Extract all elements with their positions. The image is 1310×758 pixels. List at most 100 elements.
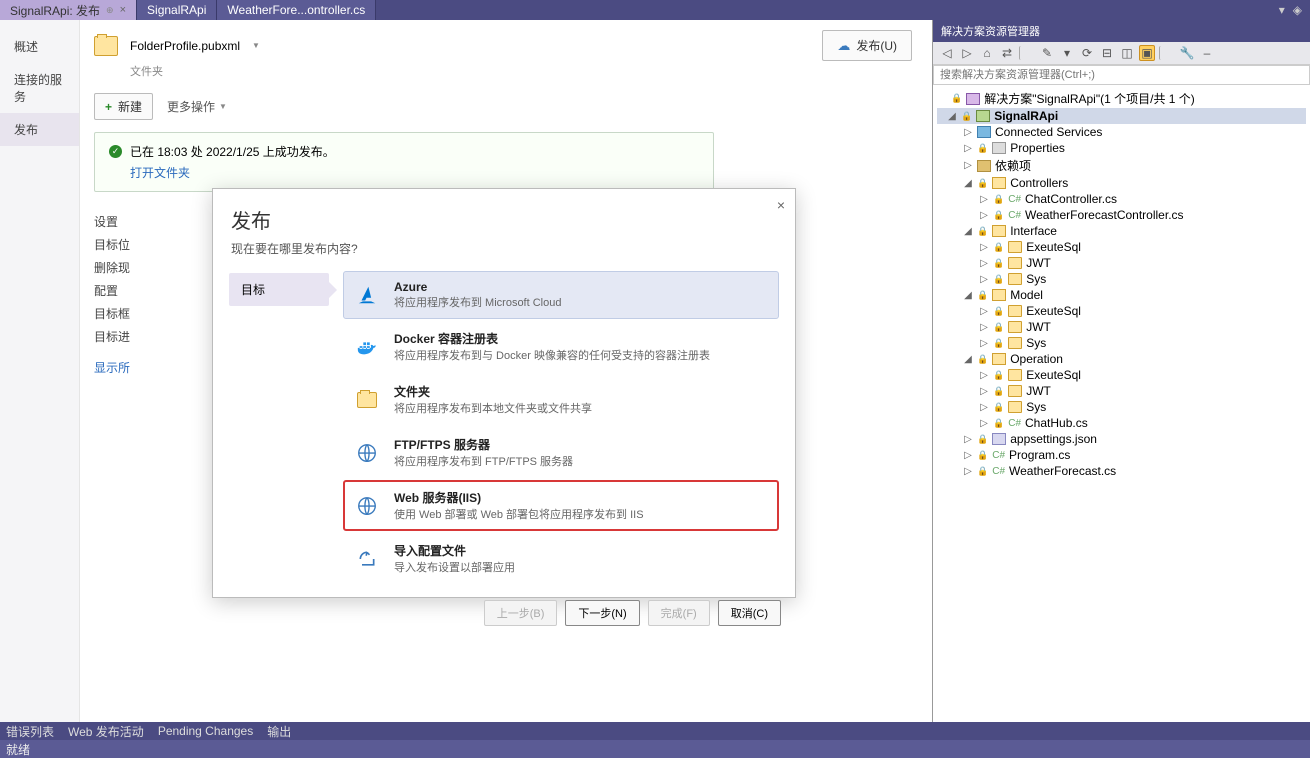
csharp-icon: C# (1008, 418, 1021, 429)
refresh-icon[interactable]: ⟳ (1079, 45, 1095, 61)
pencil-icon[interactable]: ✎ (1039, 45, 1055, 61)
tree-model[interactable]: ◢🔒Model (937, 287, 1306, 303)
back-button[interactable]: 上一步(B) (484, 600, 558, 626)
expand-icon[interactable]: ▷ (979, 210, 989, 221)
collapse-icon[interactable]: ◢ (963, 178, 973, 189)
tree-connected-services[interactable]: ▷Connected Services (937, 124, 1306, 140)
more-actions[interactable]: 更多操作 ▼ (167, 98, 227, 115)
expand-icon[interactable]: ▷ (979, 274, 989, 285)
tab-weathercontroller[interactable]: WeatherFore...ontroller.cs (217, 0, 376, 20)
expand-icon[interactable]: ▷ (963, 160, 973, 171)
window-icon[interactable]: ◈ (1293, 3, 1302, 17)
collapse-icon[interactable]: ◢ (963, 290, 973, 301)
sidenav-overview[interactable]: 概述 (0, 30, 79, 63)
expand-icon[interactable]: ▷ (979, 386, 989, 397)
close-icon[interactable]: × (120, 4, 126, 16)
expand-icon[interactable]: ▷ (963, 127, 973, 138)
tab-error-list[interactable]: 错误列表 (6, 723, 54, 740)
expand-icon[interactable]: ▷ (979, 370, 989, 381)
tree-program[interactable]: ▷🔒C#Program.cs (937, 447, 1306, 463)
tree-label: ExeuteSql (1026, 304, 1081, 318)
expand-icon[interactable]: ▷ (979, 258, 989, 269)
next-button[interactable]: 下一步(N) (565, 600, 639, 626)
option-azure[interactable]: Azure 将应用程序发布到 Microsoft Cloud (343, 271, 779, 319)
collapse-icon[interactable]: ⊟ (1099, 45, 1115, 61)
properties-icon[interactable]: ▣ (1139, 45, 1155, 61)
tree-sys[interactable]: ▷🔒Sys (937, 271, 1306, 287)
expand-icon[interactable]: ▷ (963, 450, 973, 461)
dropdown-icon[interactable]: ▼ (252, 41, 260, 50)
tree-exeutesql[interactable]: ▷🔒ExeuteSql (937, 303, 1306, 319)
tree-appsettings[interactable]: ▷🔒appsettings.json (937, 431, 1306, 447)
expand-icon[interactable]: ▷ (979, 322, 989, 333)
tree-operation[interactable]: ◢🔒Operation (937, 351, 1306, 367)
finish-button[interactable]: 完成(F) (648, 600, 710, 626)
tree-sys[interactable]: ▷🔒Sys (937, 399, 1306, 415)
tab-web-publish-activity[interactable]: Web 发布活动 (68, 723, 144, 740)
tab-publish[interactable]: SignalRApi: 发布 ⊕ × (0, 0, 137, 20)
expand-icon[interactable]: ▷ (979, 418, 989, 429)
tab-signalrapi[interactable]: SignalRApi (137, 0, 217, 20)
dialog-nav-target[interactable]: 目标 (229, 273, 329, 306)
tree-properties[interactable]: ▷🔒Properties (937, 140, 1306, 156)
cancel-button[interactable]: 取消(C) (718, 600, 781, 626)
expand-icon[interactable]: ▷ (979, 242, 989, 253)
wrench-icon (992, 142, 1006, 154)
expand-icon[interactable]: ▷ (979, 338, 989, 349)
collapse-icon[interactable]: ◢ (947, 111, 957, 122)
option-import[interactable]: 导入配置文件 导入发布设置以部署应用 (343, 533, 779, 584)
option-iis[interactable]: Web 服务器(IIS) 使用 Web 部署或 Web 部署包将应用程序发布到 … (343, 480, 779, 531)
tab-output[interactable]: 输出 (267, 723, 291, 740)
show-all-icon[interactable]: ◫ (1119, 45, 1135, 61)
sync-icon[interactable]: ⇄ (999, 45, 1015, 61)
tree-chathub[interactable]: ▷🔒C#ChatHub.cs (937, 415, 1306, 431)
solution-search-input[interactable] (933, 65, 1310, 85)
expand-icon[interactable]: ▷ (979, 194, 989, 205)
tree-jwt[interactable]: ▷🔒JWT (937, 319, 1306, 335)
collapse-icon[interactable]: ◢ (963, 226, 973, 237)
option-folder[interactable]: 文件夹 将应用程序发布到本地文件夹或文件共享 (343, 374, 779, 425)
expand-icon[interactable]: ▷ (963, 143, 973, 154)
tree-sys[interactable]: ▷🔒Sys (937, 335, 1306, 351)
open-folder-link[interactable]: 打开文件夹 (130, 164, 699, 181)
dropdown-icon[interactable]: ▾ (1279, 3, 1285, 17)
back-icon[interactable]: ◁ (939, 45, 955, 61)
tabs-right-controls: ▾ ◈ (1279, 0, 1310, 20)
home-icon[interactable]: ⌂ (979, 45, 995, 61)
pin-icon[interactable]: ⊕ (106, 5, 114, 16)
tree-label: 解决方案"SignalRApi"(1 个项目/共 1 个) (984, 90, 1195, 107)
expand-icon[interactable]: ▷ (963, 434, 973, 445)
tree-interface[interactable]: ◢🔒Interface (937, 223, 1306, 239)
collapse-icon[interactable]: ◢ (963, 354, 973, 365)
cloud-upload-icon: ☁ (837, 38, 850, 54)
tree-jwt[interactable]: ▷🔒JWT (937, 255, 1306, 271)
sidenav-publish[interactable]: 发布 (0, 113, 79, 146)
lock-icon: 🔒 (993, 274, 1004, 285)
tree-solution[interactable]: 🔒解决方案"SignalRApi"(1 个项目/共 1 个) (937, 89, 1306, 108)
tree-project[interactable]: ◢🔒SignalRApi (937, 108, 1306, 124)
tree-dependencies[interactable]: ▷依赖项 (937, 156, 1306, 175)
sidenav-connected-services[interactable]: 连接的服务 (0, 63, 79, 113)
expand-icon[interactable]: ▷ (979, 402, 989, 413)
tree-exeutesql[interactable]: ▷🔒ExeuteSql (937, 367, 1306, 383)
wrench-icon[interactable]: 🔧 (1179, 45, 1195, 61)
tree-label: JWT (1026, 320, 1051, 334)
publish-button[interactable]: ☁ 发布(U) (822, 30, 912, 61)
forward-icon[interactable]: ▷ (959, 45, 975, 61)
close-icon[interactable]: × (777, 197, 785, 213)
tree-chatcontroller[interactable]: ▷🔒C#ChatController.cs (937, 191, 1306, 207)
tab-pending-changes[interactable]: Pending Changes (158, 724, 253, 738)
dropdown-icon[interactable]: ▾ (1059, 45, 1075, 61)
folder-open-icon (992, 177, 1006, 189)
expand-icon[interactable]: ▷ (963, 466, 973, 477)
option-docker[interactable]: Docker 容器注册表 将应用程序发布到与 Docker 映像兼容的任何受支持… (343, 321, 779, 372)
tree-controllers[interactable]: ◢🔒Controllers (937, 175, 1306, 191)
minus-icon[interactable]: – (1199, 45, 1215, 61)
tree-weathercontroller[interactable]: ▷🔒C#WeatherForecastController.cs (937, 207, 1306, 223)
new-profile-button[interactable]: + 新建 (94, 93, 153, 120)
tree-jwt[interactable]: ▷🔒JWT (937, 383, 1306, 399)
expand-icon[interactable]: ▷ (979, 306, 989, 317)
option-ftp[interactable]: FTP/FTPS 服务器 将应用程序发布到 FTP/FTPS 服务器 (343, 427, 779, 478)
tree-weatherforecast[interactable]: ▷🔒C#WeatherForecast.cs (937, 463, 1306, 479)
tree-exeutesql[interactable]: ▷🔒ExeuteSql (937, 239, 1306, 255)
